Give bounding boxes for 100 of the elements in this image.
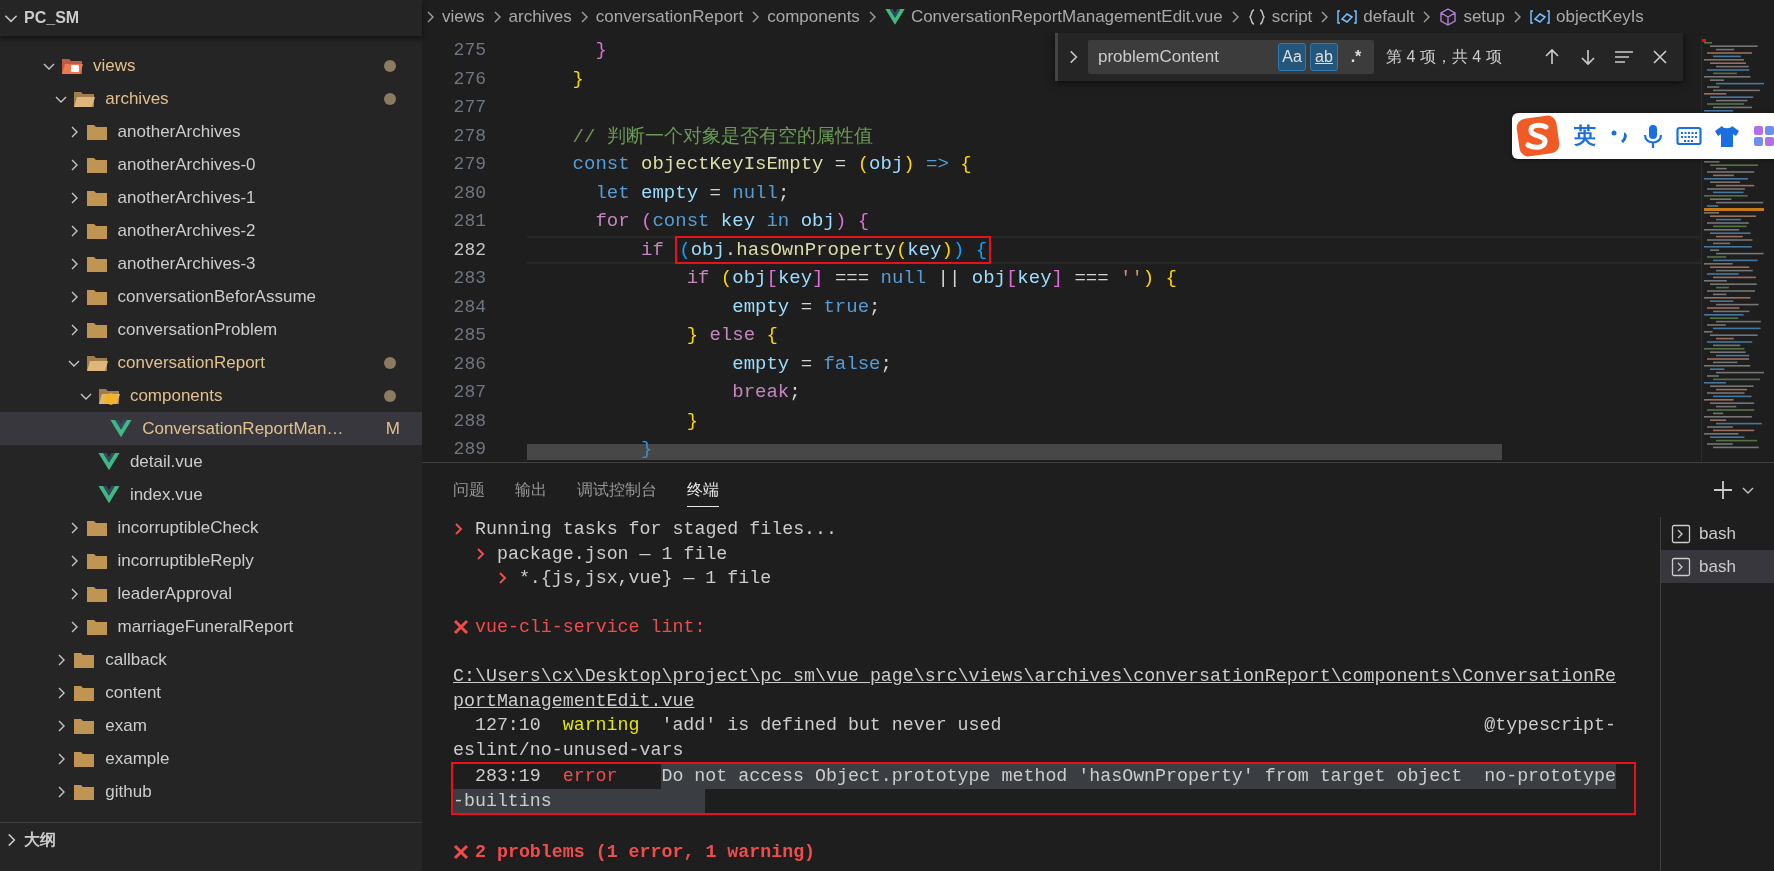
folder-name: github	[105, 781, 152, 802]
code-line: let empty = null;	[594, 181, 790, 204]
tree-row[interactable]: archives	[0, 82, 422, 115]
input-mode[interactable]: 英	[1574, 121, 1596, 151]
folder-name: incorruptibleReply	[117, 550, 254, 571]
tree-row[interactable]: conversationReport	[0, 346, 422, 379]
tree-row[interactable]: anotherArchives-1	[0, 181, 422, 214]
line-number: 284	[453, 296, 486, 317]
code-line: } else {	[685, 324, 778, 347]
breadcrumb-item[interactable]: conversationReport	[595, 6, 744, 27]
task-text: Running tasks for staged files...	[475, 518, 838, 541]
breadcrumb-item[interactable]: ConversationReportManagementEdit.vue	[883, 6, 1223, 27]
line-number: 278	[453, 125, 486, 146]
panel-tab[interactable]: 调试控制台	[577, 473, 657, 507]
option-toggle[interactable]: Aa	[1278, 43, 1306, 71]
status-letter: M	[385, 418, 400, 439]
rule-name: @typescript-	[1484, 714, 1616, 737]
tree-row[interactable]: content	[0, 676, 422, 709]
folder-name: anotherArchives	[117, 121, 241, 142]
tree-row[interactable]: exam	[0, 709, 422, 742]
breadcrumb-item[interactable]: views	[442, 6, 485, 27]
panel-tab[interactable]: 问题	[453, 473, 485, 507]
code-text: if	[640, 238, 665, 261]
explorer-title: PC_SM	[24, 9, 80, 27]
breadcrumb-item[interactable]: default	[1336, 6, 1415, 27]
severity-label: error	[562, 765, 619, 788]
tree-row[interactable]: components	[0, 379, 422, 412]
line-number: 289	[453, 439, 486, 459]
problem-message: 'add' is defined but never used	[661, 714, 1003, 737]
line-number: 277	[453, 97, 486, 117]
tree-row[interactable]: ConversationReportMan… M	[0, 412, 422, 445]
line-number: 280	[453, 182, 486, 203]
vue-icon	[96, 484, 121, 505]
tree-row[interactable]: incorruptibleCheck	[0, 511, 422, 544]
tree-row[interactable]: marriageFuneralReport	[0, 610, 422, 643]
tree-row[interactable]: anotherArchives-2	[0, 214, 422, 247]
chevron-icon	[474, 545, 486, 562]
option-toggle[interactable]: ab	[1310, 43, 1338, 71]
folder-name: example	[105, 748, 170, 769]
tree-row[interactable]: conversationBeforAssume	[0, 280, 422, 313]
severity-label: warning	[562, 714, 640, 737]
grid-icon[interactable]	[1752, 124, 1774, 148]
terminal-session[interactable]: bash	[1661, 517, 1774, 550]
panel-tab[interactable]: 输出	[515, 473, 547, 507]
file-path-link[interactable]: C:\Users\cx\Desktop\project\pc_sm\vue_page\src\views\archives\conversationReport\components\ConversationRe	[453, 664, 1616, 689]
tree-row[interactable]: anotherArchives-3	[0, 247, 422, 280]
problem-summary: 2 problems (1 error, 1 warning)	[475, 840, 816, 864]
error-heading: vue-cli-service lint:	[475, 616, 706, 639]
tree-row[interactable]: detail.vue	[0, 445, 422, 478]
breadcrumb-item[interactable]: script	[1246, 6, 1313, 27]
panel-tab[interactable]: 终端	[687, 473, 719, 507]
microphone-icon[interactable]	[1642, 123, 1664, 149]
tree-row[interactable]: views	[0, 49, 422, 82]
folder-name: views	[93, 55, 136, 76]
line-number: 276	[453, 68, 486, 89]
plus-icon[interactable]	[1712, 479, 1734, 501]
tree-row[interactable]: anotherArchives	[0, 115, 422, 148]
x-icon	[453, 843, 469, 860]
task-text: package.json — 1 file	[496, 542, 728, 566]
folder-name: conversationBeforAssume	[117, 286, 317, 307]
tree-row[interactable]: index.vue	[0, 478, 422, 511]
tree-row[interactable]: anotherArchives-0	[0, 148, 422, 181]
rule-name: -builtins	[453, 788, 706, 813]
folder-name: content	[105, 682, 162, 703]
code-line: empty = true;	[731, 295, 881, 318]
line-number: 279	[453, 154, 486, 174]
tree-row[interactable]: leaderApproval	[0, 577, 422, 610]
line-number: 285	[453, 325, 486, 345]
folder-name: conversationReport	[117, 352, 265, 373]
modified-dot	[384, 59, 396, 72]
code-line: break;	[731, 381, 801, 404]
file-name: ConversationReportMan…	[142, 418, 344, 439]
vue-icon	[883, 7, 906, 26]
x-icon	[453, 619, 469, 636]
code-line: if (obj[key] === null || obj[key] === '') {	[685, 267, 1178, 290]
terminal-session[interactable]: bash	[1661, 550, 1774, 583]
terminal-icon	[1671, 556, 1691, 577]
keyboard-icon[interactable]	[1676, 126, 1702, 146]
search-field[interactable]: problemContent Aa ab .*	[1088, 40, 1374, 74]
breadcrumb-item[interactable]: setup	[1438, 6, 1505, 27]
code-line: const objectKeyIsEmpty = (obj) => {	[571, 153, 972, 176]
tree-row[interactable]: github	[0, 775, 422, 808]
tree-row[interactable]: conversationProblem	[0, 313, 422, 346]
code-line: // 判断一个对象是否有空的属性值	[571, 124, 873, 149]
option-toggle[interactable]: .*	[1342, 43, 1370, 71]
annotation-box: (obj.hasOwnProperty(key)) {	[675, 235, 992, 264]
breadcrumb-item[interactable]: objectKeyIs	[1529, 6, 1644, 27]
breadcrumb-item[interactable]: archives	[508, 6, 572, 27]
tree-row[interactable]: incorruptibleReply	[0, 544, 422, 577]
tree-row[interactable]: callback	[0, 643, 422, 676]
match-count: 第 4 项，共 4 项	[1386, 46, 1502, 67]
tree-row[interactable]: example	[0, 742, 422, 775]
file-path-link[interactable]: portManagementEdit.vue	[453, 688, 695, 713]
session-name: bash	[1699, 523, 1736, 544]
code-line: }	[685, 409, 699, 432]
modified-dot	[384, 92, 396, 105]
outline-header[interactable]: 大纲	[0, 822, 422, 857]
variable-icon	[1336, 7, 1359, 26]
breadcrumb-item[interactable]: components	[767, 6, 860, 27]
shirt-icon[interactable]	[1714, 124, 1740, 148]
